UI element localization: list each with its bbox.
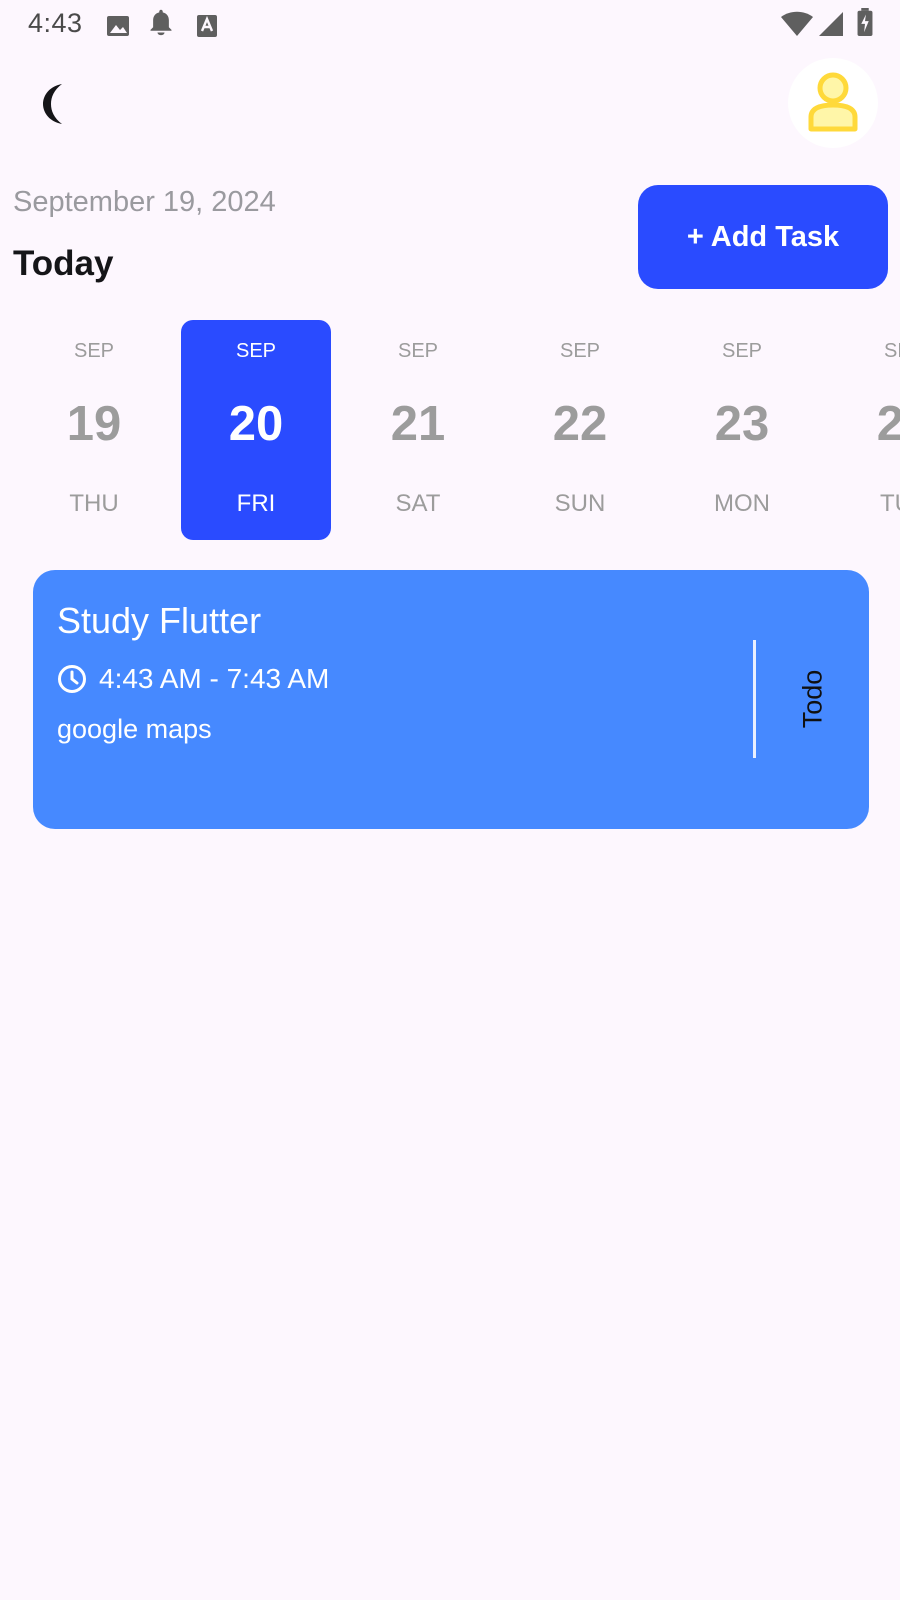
day-weekday: MON: [714, 490, 770, 517]
text-app-icon: [197, 15, 217, 37]
status-bar: 4:43: [0, 0, 900, 48]
day-tile[interactable]: SEP 23 MON: [667, 320, 817, 540]
add-task-button[interactable]: + Add Task: [638, 185, 888, 289]
day-number: 23: [714, 397, 770, 451]
day-month: SEP: [559, 340, 601, 362]
task-note: google maps: [57, 714, 212, 744]
day-weekday: SUN: [554, 490, 606, 517]
task-title: Study Flutter: [57, 600, 262, 641]
task-time-row: 4:43 AM - 7:43 AM: [57, 662, 329, 696]
day-weekday: THU: [69, 490, 119, 517]
task-status-label: Todo: [797, 669, 828, 729]
day-month: SEP: [397, 340, 439, 362]
task-time: 4:43 AM - 7:43 AM: [99, 663, 330, 694]
day-tile[interactable]: SEP 24 TUE: [829, 320, 900, 540]
day-weekday: TUE: [880, 490, 900, 517]
wifi-icon: [781, 11, 813, 36]
avatar-button[interactable]: [788, 58, 878, 148]
day-weekday: FRI: [236, 490, 276, 517]
day-number: 19: [66, 397, 122, 451]
day-month: SEP: [73, 340, 115, 362]
bell-icon: [150, 9, 172, 36]
day-tile[interactable]: SEP 22 SUN: [505, 320, 655, 540]
page-title: Today: [13, 244, 114, 283]
task-card[interactable]: Study Flutter 4:43 AM - 7:43 AM google m…: [33, 570, 869, 829]
day-tile[interactable]: SEP 19 THU: [19, 320, 169, 540]
day-number: 20: [228, 397, 284, 451]
day-tile-selected[interactable]: SEP 20 FRI: [181, 320, 331, 540]
person-icon: [808, 72, 858, 132]
date-picker-strip[interactable]: SEP 19 THU SEP 20 FRI SEP 21 SAT SEP 22 …: [0, 320, 900, 540]
current-date: September 19, 2024: [13, 186, 276, 218]
day-number: 24: [876, 397, 900, 451]
day-month: SEP: [235, 340, 277, 362]
day-month: SEP: [721, 340, 763, 362]
image-icon: [107, 16, 129, 36]
task-divider: [753, 640, 756, 758]
theme-toggle-button[interactable]: [34, 80, 82, 128]
battery-charging-icon: [857, 8, 873, 36]
day-month: SEP: [883, 340, 900, 362]
day-tile[interactable]: SEP 21 SAT: [343, 320, 493, 540]
status-time: 4:43: [28, 8, 83, 38]
day-number: 22: [552, 397, 608, 451]
day-number: 21: [390, 397, 446, 451]
signal-icon: [819, 12, 843, 36]
moon-icon: [43, 84, 62, 124]
day-weekday: SAT: [395, 490, 441, 517]
clock-icon: [58, 665, 86, 693]
